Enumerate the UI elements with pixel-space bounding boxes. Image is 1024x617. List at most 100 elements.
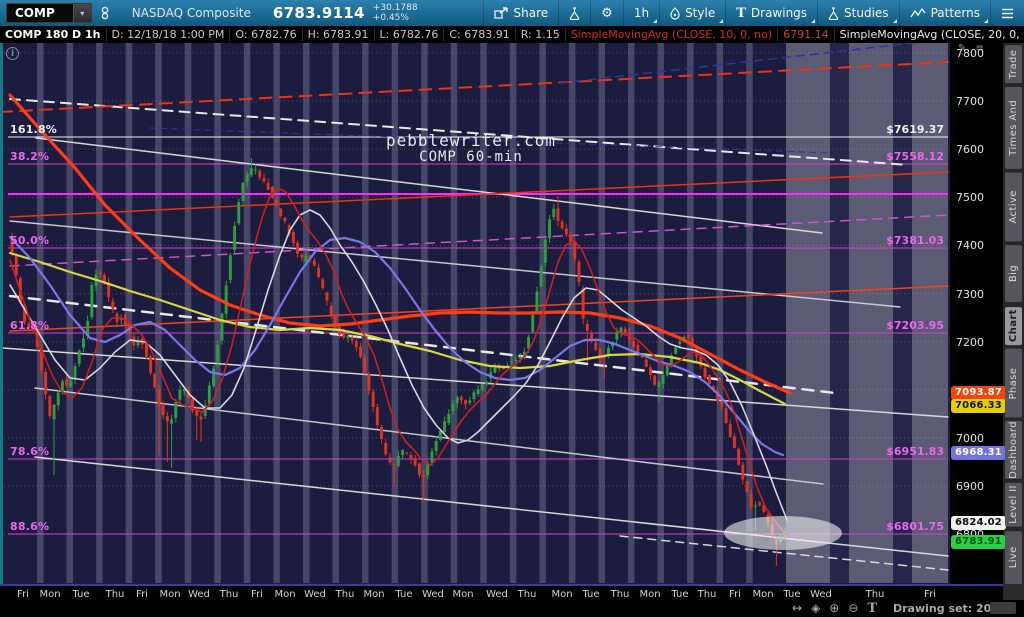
change-value: +30.1788 [372, 3, 418, 13]
x-axis-label: Thu [105, 589, 125, 600]
price-bubble: 6824.02 [951, 516, 1006, 530]
fib-price-label: $7619.37 [886, 123, 944, 136]
y-axis-label: 7700 [956, 95, 984, 108]
x-axis-label: Tue [671, 589, 689, 600]
onDemand-button[interactable] [558, 0, 590, 26]
fib-pct-label: 78.6% [10, 445, 50, 458]
price-axis[interactable]: ✎ ≡7800770076007500740073007200710070006… [950, 43, 1006, 584]
price-bubble: 6783.91 [951, 535, 1006, 549]
header-cell: L: 6782.76 [375, 28, 445, 41]
zoom-in-icon[interactable]: ⊕ [829, 601, 839, 616]
flask-icon [569, 6, 580, 20]
sidebar-tab-active-trader[interactable]: Active Trader [1005, 172, 1022, 242]
last-price: 6783.9114 [272, 4, 365, 22]
y-axis-label: 6900 [956, 480, 984, 493]
sidebar-tab-trade[interactable]: Trade [1005, 45, 1022, 84]
header-cell: O: 6782.76 [230, 28, 303, 41]
x-axis-label: Tue [395, 589, 413, 600]
sidebar-tab-phase-scores[interactable]: Phase Scores [1005, 348, 1022, 418]
sidebar-tab-dashboard[interactable]: Dashboard [1005, 421, 1022, 479]
x-axis-label: Tue [72, 589, 90, 600]
x-axis-label: Tue [783, 589, 801, 600]
header-cell: COMP 180 D 1h [0, 28, 107, 41]
share-button[interactable]: Share [482, 0, 559, 26]
price-chart[interactable] [0, 43, 950, 584]
y-axis-label: 7200 [956, 336, 984, 349]
fib-price-label: $6801.75 [886, 520, 944, 533]
y-axis-label: 7500 [956, 191, 984, 204]
fib-pct-label: 50.0% [10, 234, 50, 247]
fib-pct-label: 38.2% [10, 150, 50, 163]
top-toolbar: COMP ▾ NASDAQ Composite 6783.9114 +30.17… [0, 0, 1024, 26]
drawings-button[interactable]: T Drawings [725, 0, 817, 26]
x-axis-label: Mon [752, 589, 774, 600]
x-axis-label: Wed [810, 589, 832, 600]
style-button[interactable]: Style [659, 0, 725, 26]
y-axis-label: 7800 [956, 47, 984, 60]
fib-price-label: $7203.95 [886, 319, 944, 332]
studies-button[interactable]: Studies [817, 0, 899, 26]
info-icon[interactable]: i [6, 47, 19, 60]
zoom-out-icon[interactable]: ⊖ [848, 601, 858, 616]
symbol-dropdown-arrow-icon[interactable]: ▾ [72, 4, 91, 22]
fib-pct-label: 61.8% [10, 319, 50, 332]
y-axis-label: 7000 [956, 432, 984, 445]
patterns-button[interactable]: Patterns [898, 0, 990, 26]
x-axis-label: Wed [422, 589, 444, 600]
sidebar-tab-level-ii[interactable]: Level II [1005, 482, 1022, 527]
chart-quick-tools: ↔ ◈ ⊕ ⊖ T [792, 601, 877, 616]
header-cell: R: 1.15 [516, 28, 566, 41]
x-axis-label: Fri [136, 589, 148, 600]
x-axis-label: Mon [452, 589, 474, 600]
text-tool-icon: T [736, 5, 746, 21]
fib-pct-label: 88.6% [10, 520, 50, 533]
sidebar-tab-live-news[interactable]: Live News [1005, 530, 1022, 584]
price-bubble: 6968.31 [951, 446, 1006, 460]
header-cell: SimpleMovingAvg (CLOSE, 10, 0, no) [566, 28, 779, 41]
change-percent: +0.45% [372, 13, 409, 23]
interval-dropdown[interactable]: 1h [622, 0, 659, 26]
x-axis-label: Wed [188, 589, 210, 600]
highlight-ellipse [724, 516, 842, 550]
price-change: +30.1788 +0.45% [373, 3, 428, 23]
settings-button[interactable]: ⚙ [590, 0, 623, 26]
sidebar-tab-big-buttons[interactable]: Big Buttons [1005, 245, 1022, 303]
time-axis[interactable]: Fri Mon Tue Thu Fri Mon Wed Thu Fri Mon Wed Thu Mon T… [0, 584, 1024, 600]
scrollbar-corner[interactable] [990, 602, 1016, 614]
watermark-symbol: COMP 60-min [419, 149, 523, 165]
x-axis-label: Thu [517, 589, 537, 600]
x-axis-label: Thu [865, 589, 885, 600]
auto-scale-icon[interactable]: ◈ [811, 601, 820, 616]
drawings-label: Drawings [750, 6, 808, 20]
price-bubble: 7066.33 [951, 399, 1006, 413]
x-axis-label: Mon [363, 589, 385, 600]
link-icon[interactable] [92, 0, 118, 26]
sidebar-tab-chart[interactable]: Chart [1005, 306, 1022, 345]
flask-icon [828, 6, 839, 20]
gear-icon: ⚙ [601, 5, 613, 21]
chart-canvas[interactable]: i pebblewriter.com COMP 60-min 161.8% $76… [0, 43, 950, 584]
header-cell: 6791.14 [778, 28, 835, 41]
x-axis-label: Tue [582, 589, 600, 600]
x-axis-label: Mon [551, 589, 573, 600]
sidebar-tab-times-and-sales[interactable]: Times And Sales [1005, 87, 1022, 169]
x-axis-label: Mon [274, 589, 296, 600]
x-axis-label: Fri [17, 589, 29, 600]
header-cell: SimpleMovingAvg (CLOSE, 20, 0, no) [835, 28, 1024, 41]
share-icon [493, 7, 508, 19]
interval-label: 1h [633, 6, 650, 20]
symbol-selector[interactable]: COMP ▾ [6, 3, 92, 23]
fib-price-label: $6951.83 [886, 445, 944, 458]
text-note-icon[interactable]: T [867, 601, 877, 616]
patterns-label: Patterns [930, 6, 980, 20]
studies-label: Studies [844, 6, 889, 20]
pan-horizontal-icon[interactable]: ↔ [792, 601, 802, 616]
x-axis-label: Thu [335, 589, 355, 600]
share-label: Share [513, 6, 549, 20]
x-axis-label: Thu [219, 589, 239, 600]
right-tab-strip: Trade Times And Sales Active Trader Big But… [1003, 43, 1024, 584]
header-cell: C: 6783.91 [444, 28, 516, 41]
menu-button[interactable] [990, 0, 1024, 26]
fib-price-label: $7558.12 [886, 150, 944, 163]
x-axis-label: Fri [251, 589, 263, 600]
